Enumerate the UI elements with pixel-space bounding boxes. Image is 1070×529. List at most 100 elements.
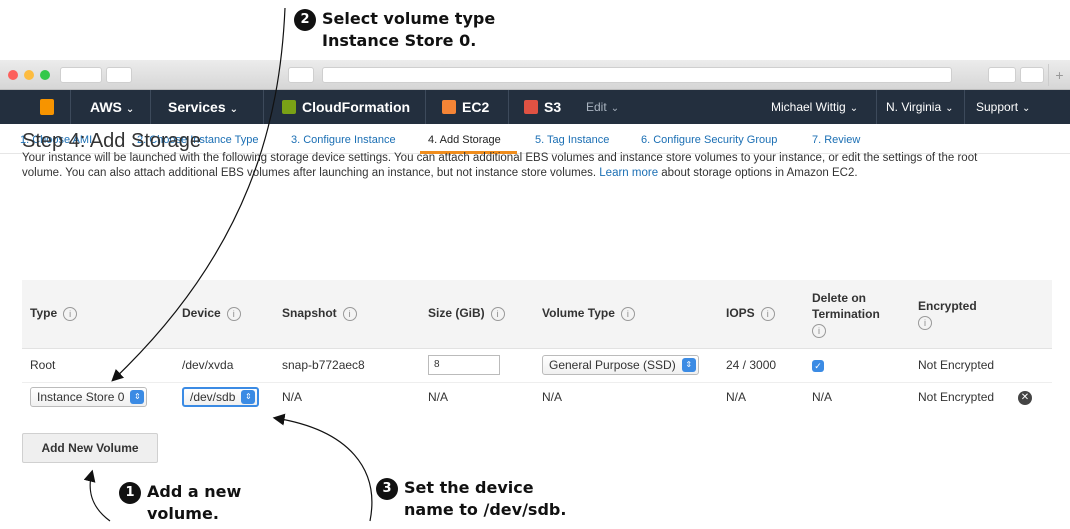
region-menu[interactable]: N. Virginia ⌄ (886, 90, 954, 124)
cell-delete-on-termination: ✓ (804, 348, 910, 383)
services-menu[interactable]: Services ⌄ (168, 90, 238, 124)
callout-number: 3 (376, 478, 398, 500)
address-bar[interactable] (322, 67, 952, 83)
header-actions (1010, 280, 1052, 349)
info-icon[interactable]: i (226, 307, 241, 322)
forward-button[interactable] (106, 67, 132, 83)
tabs-button[interactable] (1020, 67, 1044, 83)
new-tab-icon[interactable]: + (1048, 64, 1070, 86)
header-encrypted: Encrypted i (910, 280, 1010, 349)
tab-tag-instance[interactable]: 5. Tag Instance (535, 134, 609, 146)
cell-size: N/A (428, 390, 449, 405)
callout-number: 2 (294, 9, 316, 31)
table-row: Instance Store 0 ⇕ /dev/sdb ⇕ N/A N/A N/A … (22, 382, 1052, 412)
add-new-volume-button[interactable]: Add New Volume (22, 433, 158, 463)
info-icon[interactable]: i (63, 307, 78, 322)
table-row: Root /dev/xvda snap-b772aec8 8 General P… (22, 348, 1052, 383)
select-arrows-icon: ⇕ (241, 390, 256, 405)
cell-iops: N/A (726, 390, 747, 405)
services-menu-label: Services (168, 99, 226, 115)
cell-snapshot: N/A (282, 390, 303, 405)
delete-on-termination-checkbox[interactable]: ✓ (812, 360, 824, 372)
cell-device: /dev/xvda (174, 348, 274, 383)
cell-encrypted: Not Encrypted (910, 348, 1010, 383)
page-description: Your instance will be launched with the … (22, 151, 1012, 181)
callout-select-volume-type: 2 Select volume type Instance Store 0. (294, 9, 495, 51)
table-header-row: Type i Device i Snapshot i Size (GiB) i Volu… (22, 280, 1052, 349)
s3-label: S3 (544, 99, 562, 115)
info-icon[interactable]: i (620, 307, 635, 322)
aws-navbar: AWS ⌄ Services ⌄ CloudFormation EC2 S3 Edi… (0, 90, 1070, 124)
callout-text: volume. (147, 504, 219, 523)
close-window-icon[interactable] (8, 70, 18, 80)
tab-configure-security-group[interactable]: 6. Configure Security Group (641, 134, 777, 146)
volume-type-select[interactable]: General Purpose (SSD) ⇕ (542, 355, 699, 375)
aws-logo-icon[interactable] (40, 90, 54, 124)
minimize-window-icon[interactable] (24, 70, 34, 80)
back-button[interactable] (60, 67, 102, 83)
info-icon[interactable]: i (760, 307, 775, 322)
chevron-down-icon: ⌄ (229, 104, 238, 115)
header-iops: IOPS i (718, 280, 804, 349)
cell-device: /dev/sdb ⇕ (174, 382, 274, 412)
size-input[interactable]: 8 (428, 355, 500, 375)
cell-type: Root (22, 348, 174, 383)
cell-encrypted: Not Encrypted (918, 390, 995, 405)
chevron-down-icon: ⌄ (610, 103, 620, 114)
info-icon[interactable]: i (490, 307, 505, 322)
account-name: Michael Wittig (771, 100, 846, 114)
cell-remove: ✕ (1010, 382, 1052, 412)
header-volume-type: Volume Type i (534, 280, 718, 349)
aws-menu[interactable]: AWS ⌄ (90, 90, 134, 124)
tab-review[interactable]: 7. Review (812, 134, 860, 146)
description-text: about storage options in Amazon EC2. (658, 167, 858, 179)
callout-number: 1 (119, 482, 141, 504)
cloudformation-icon (282, 100, 296, 114)
cell-volume-type: General Purpose (SSD) ⇕ (534, 348, 718, 383)
remove-volume-icon[interactable]: ✕ (1018, 391, 1032, 406)
support-label: Support (976, 100, 1019, 114)
edit-menu[interactable]: Edit ⌄ (586, 90, 619, 124)
tab-add-storage[interactable]: 4. Add Storage (428, 134, 501, 146)
header-type: Type i (22, 280, 174, 349)
callout-text: Select volume type (322, 9, 496, 28)
header-snapshot: Snapshot i (274, 280, 420, 349)
instance-store-select[interactable]: Instance Store 0 ⇕ (30, 387, 148, 408)
cloudformation-label: CloudFormation (302, 99, 411, 115)
cloudformation-shortcut[interactable]: CloudFormation (282, 90, 410, 124)
header-delete-on-termination: Delete on Termination i (804, 280, 910, 349)
tab-configure-instance[interactable]: 3. Configure Instance (291, 134, 396, 146)
zoom-window-icon[interactable] (40, 70, 50, 80)
header-device: Device i (174, 280, 274, 349)
cell-type: Instance Store 0 ⇕ (22, 382, 174, 412)
callout-text: name to /dev/sdb. (404, 500, 567, 519)
storage-table: Type i Device i Snapshot i Size (GiB) i Volu… (22, 280, 1052, 412)
select-arrows-icon: ⇕ (681, 358, 696, 372)
share-button[interactable] (988, 67, 1016, 83)
page-title: Step 4: Add Storage (22, 130, 202, 152)
callout-text: Instance Store 0. (322, 31, 477, 50)
cell-volume-type: N/A (542, 390, 563, 405)
browser-titlebar: + (0, 60, 1070, 90)
ec2-shortcut[interactable]: EC2 (442, 90, 489, 124)
aws-menu-label: AWS (90, 99, 122, 115)
ec2-icon (442, 100, 456, 114)
select-arrows-icon: ⇕ (130, 390, 145, 405)
cell-snapshot: snap-b772aec8 (274, 348, 420, 383)
region-name: N. Virginia (886, 100, 942, 114)
callout-text: Set the device (404, 478, 534, 497)
device-select[interactable]: /dev/sdb ⇕ (182, 387, 260, 408)
s3-shortcut[interactable]: S3 (524, 90, 561, 124)
info-icon[interactable]: i (812, 323, 826, 338)
chevron-down-icon: ⌄ (849, 103, 859, 114)
learn-more-link[interactable]: Learn more (599, 167, 658, 179)
info-icon[interactable]: i (918, 315, 932, 330)
edit-menu-label: Edit (586, 100, 607, 114)
info-icon[interactable]: i (342, 307, 357, 322)
callout-text: Add a new (147, 482, 242, 501)
sidebar-button[interactable] (288, 67, 314, 83)
cell-size: 8 (420, 348, 534, 383)
account-menu[interactable]: Michael Wittig ⌄ (771, 90, 858, 124)
header-size: Size (GiB) i (420, 280, 534, 349)
support-menu[interactable]: Support ⌄ (976, 90, 1030, 124)
